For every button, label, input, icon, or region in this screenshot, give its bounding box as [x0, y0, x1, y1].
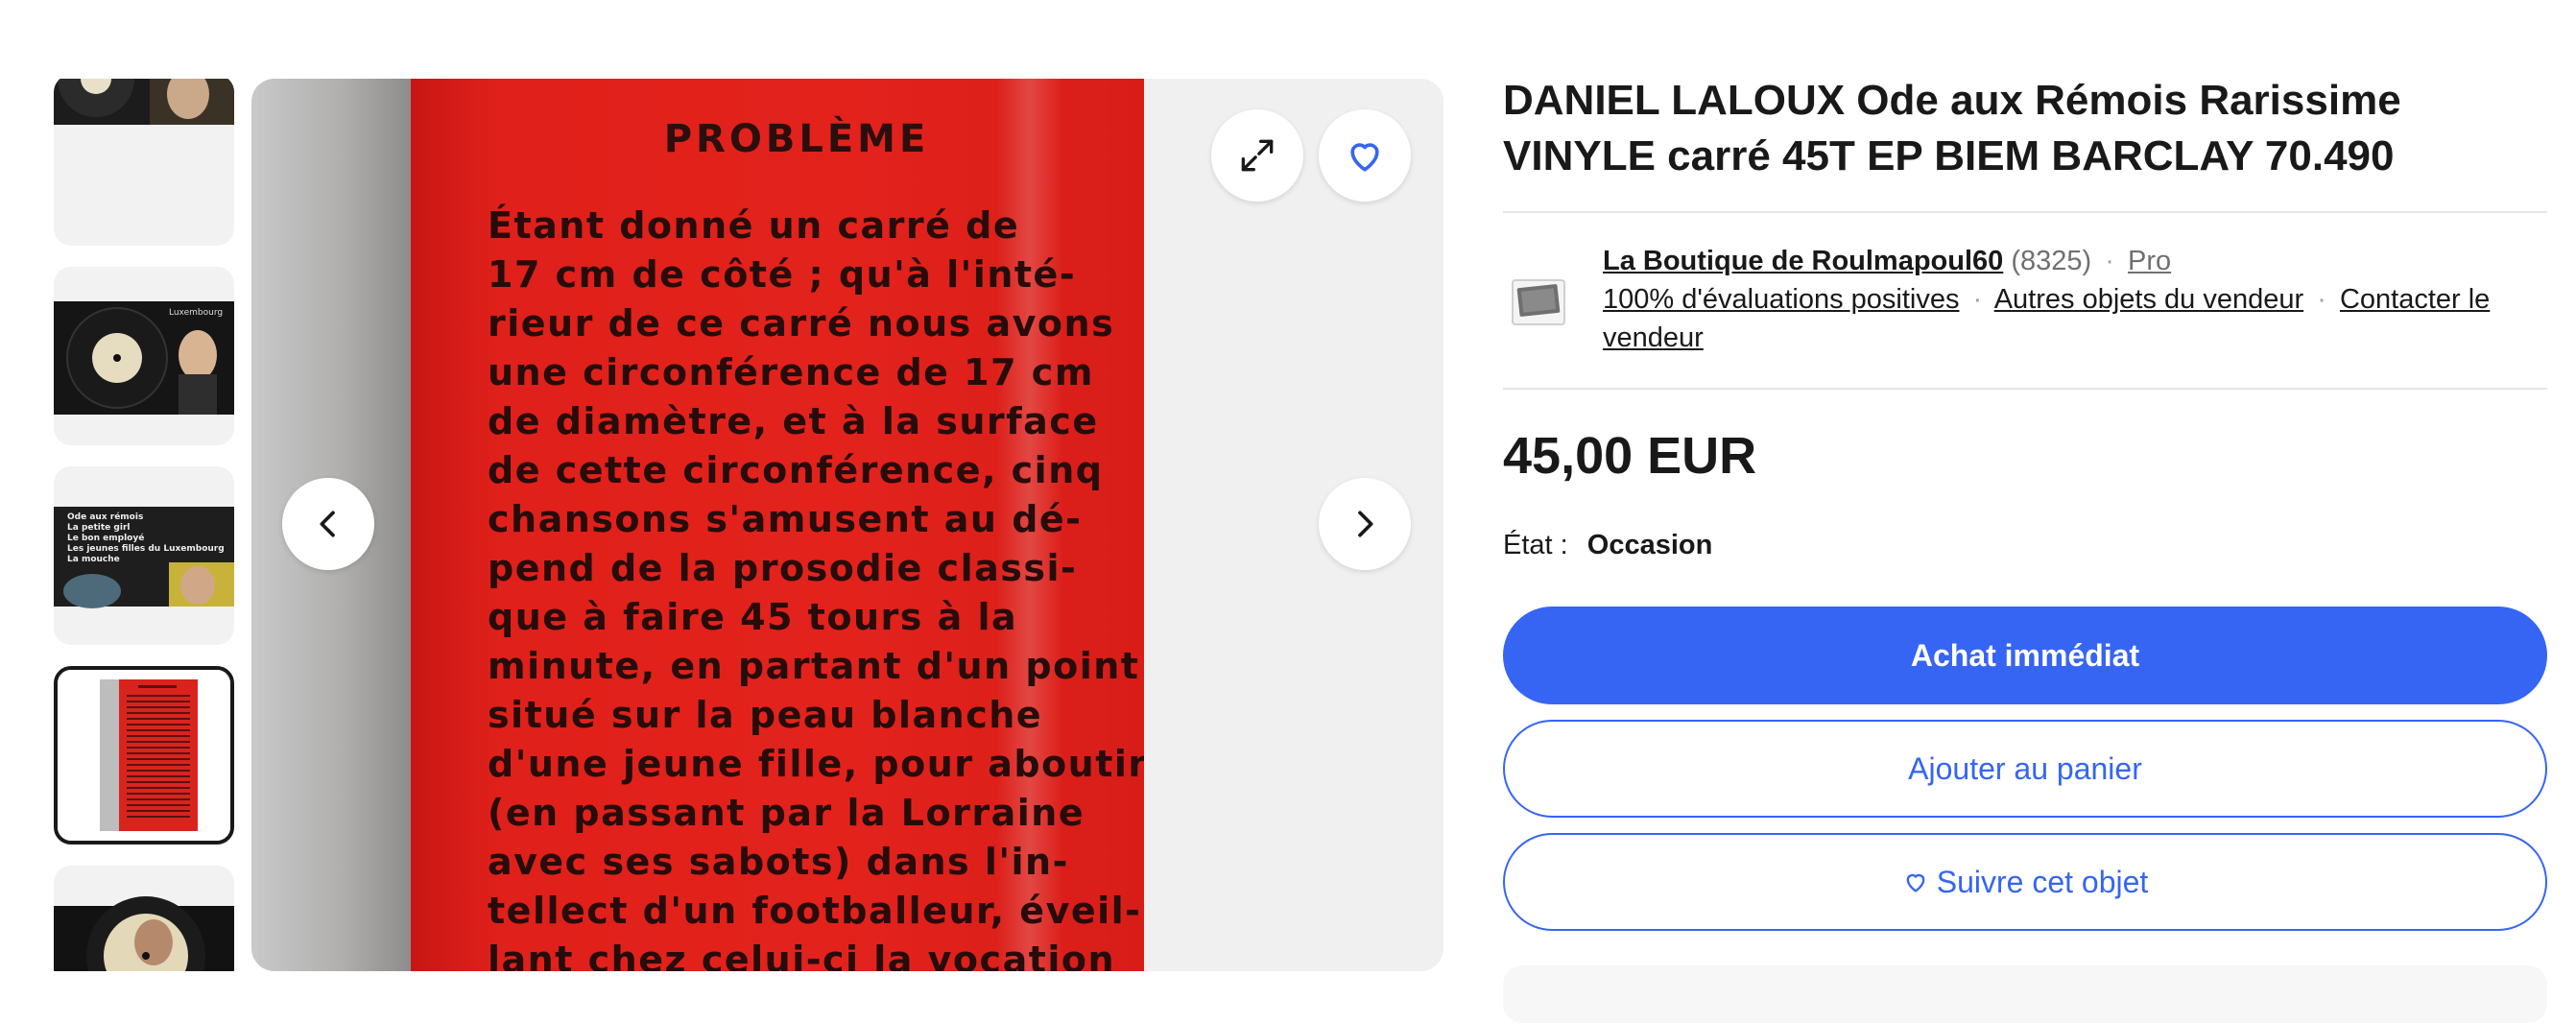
photo-text-line: chansons s'amusent au dé-: [488, 498, 1083, 540]
photo-text-line: avec ses sabots) dans l'in-: [488, 841, 1069, 883]
seller-info: La Boutique de Roulmapoul60 (8325) · Pro…: [1603, 246, 2491, 353]
photo-text-line: une circonférence de 17 cm: [488, 351, 1094, 393]
previous-image-button[interactable]: [282, 478, 374, 570]
chevron-right-icon: [1358, 511, 1373, 537]
heart-icon: [1350, 143, 1379, 172]
thumbnail-1[interactable]: [54, 79, 234, 246]
condition: État : Occasion: [1503, 530, 1712, 561]
condition-value: Occasion: [1586, 530, 1713, 560]
condition-label: État :: [1503, 530, 1568, 560]
chevron-left-icon: [320, 511, 335, 537]
photo-text-line: pend de la prosodie classi-: [488, 547, 1078, 589]
sleeve-photo: PROBLÈME Étant donné un carré de 17 cm d…: [411, 79, 1144, 971]
thumbnail-3-image: Ode aux rémois La petite girl Le bon emp…: [54, 466, 234, 645]
buy-now-button[interactable]: Achat immédiat: [1503, 607, 2547, 704]
photo-text: Étant donné un carré de 17 cm de côté ; …: [488, 202, 1144, 971]
photo-text-line: de diamètre, et à la surface: [488, 400, 1099, 442]
thumbnail-3-line-5: La mouche: [67, 555, 120, 564]
photo-heading: PROBLÈME: [663, 117, 930, 161]
watch-item-button[interactable]: Suivre cet objet: [1503, 833, 2547, 931]
thumbnail-3-line-4: Les jeunes filles du Luxembourg: [67, 544, 225, 554]
photo-text-line: d'une jeune fille, pour aboutir,: [488, 743, 1144, 785]
listing-title: DANIEL LALOUX Ode aux Rémois Rarissime V…: [1503, 77, 2401, 179]
thumbnail-2-image: Luxembourg: [54, 267, 234, 445]
seller-logo-icon: [1512, 279, 1565, 325]
photo-text-line: minute, en partant d'un point: [488, 645, 1140, 687]
seller-feedback-count: (8325): [2011, 246, 2092, 276]
add-to-cart-label: Ajouter au panier: [1908, 750, 2142, 786]
watch-item-label: Suivre cet objet: [1936, 864, 2149, 899]
thumbnail-4-image: [58, 670, 230, 841]
thumbnail-strip: Luxembourg Ode aux rémois La petite girl…: [52, 79, 236, 971]
thumbnail-3-line-2: La petite girl: [67, 523, 130, 533]
photo-text-line: 17 cm de côté ; qu'à l'inté-: [488, 253, 1077, 296]
positive-feedback-link[interactable]: 100% d'évaluations positives: [1603, 284, 1960, 315]
seller-pro-badge[interactable]: Pro: [2128, 246, 2171, 276]
thumbnail-2[interactable]: Luxembourg: [54, 267, 234, 445]
photo-text-line: que à faire 45 tours à la: [488, 596, 1018, 638]
info-card: [1503, 965, 2547, 1023]
divider: [1503, 388, 2547, 390]
thumbnail-1-image: [54, 79, 234, 125]
photo-text-line: de cette circonférence, cinq: [488, 449, 1104, 491]
other-items-link[interactable]: Autres objets du vendeur: [1994, 284, 2303, 315]
next-image-button[interactable]: [1319, 478, 1411, 570]
divider: [1503, 211, 2547, 213]
thumbnail-5[interactable]: [54, 866, 234, 971]
price: 45,00 EUR: [1503, 427, 1757, 485]
photo-text-line: situé sur la peau blanche: [488, 694, 1043, 736]
seller-name-link[interactable]: La Boutique de Roulmapoul60: [1603, 246, 2003, 276]
favorite-button[interactable]: [1319, 109, 1411, 202]
photo-text-line: (en passant par la Lorraine: [488, 792, 1085, 834]
photo-text-line: rieur de ce carré nous avons: [488, 302, 1115, 345]
thumbnail-4-selected[interactable]: [54, 666, 234, 845]
photo-text-line: tellect d'un footballeur, éveil-: [488, 890, 1142, 932]
main-image-viewer[interactable]: PROBLÈME Étant donné un carré de 17 cm d…: [251, 79, 1443, 971]
thumbnail-2-caption: Luxembourg: [169, 308, 223, 318]
photo-text-line: Étant donné un carré de: [488, 204, 1020, 247]
photo-text-line: lant chez celui-ci la vocation: [488, 939, 1116, 971]
expand-icon: [1241, 139, 1274, 172]
heart-outline-icon: [1906, 873, 1925, 892]
expand-button[interactable]: [1211, 109, 1303, 202]
add-to-cart-button[interactable]: Ajouter au panier: [1503, 720, 2547, 818]
thumbnail-5-image: [54, 866, 234, 971]
thumbnail-3-line-3: Le bon employé: [67, 533, 144, 543]
thumbnail-3-line-1: Ode aux rémois: [67, 512, 143, 522]
buy-now-label: Achat immédiat: [1910, 637, 2140, 673]
thumbnail-3[interactable]: Ode aux rémois La petite girl Le bon emp…: [54, 466, 234, 645]
